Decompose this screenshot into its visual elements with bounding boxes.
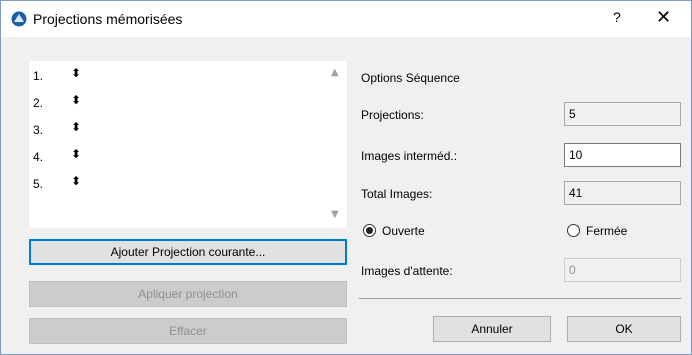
sort-arrows-icon[interactable]: ⬍ xyxy=(71,120,81,134)
close-button[interactable]: ✕ xyxy=(656,7,671,28)
total-images-label: Total Images: xyxy=(361,187,433,201)
list-item[interactable]: 2. ⬍ xyxy=(29,92,329,112)
projections-count-field: 5 xyxy=(564,102,681,126)
projections-list[interactable]: 1. ⬍ 2. ⬍ 3. ⬍ 4. ⬍ 5. ⬍ xyxy=(29,61,347,228)
intermediate-images-input[interactable]: 10 xyxy=(564,143,681,167)
list-item-number: 3. xyxy=(33,123,44,137)
radio-open-indicator[interactable] xyxy=(363,224,376,237)
scroll-down-icon[interactable]: ▼ xyxy=(331,209,339,220)
total-images-field: 41 xyxy=(564,181,681,205)
sort-arrows-icon[interactable]: ⬍ xyxy=(71,174,81,188)
radio-closed-indicator[interactable] xyxy=(567,224,580,237)
list-item[interactable]: 3. ⬍ xyxy=(29,119,329,139)
list-item[interactable]: 4. ⬍ xyxy=(29,146,329,166)
intermediate-images-label: Images interméd.: xyxy=(361,149,458,163)
sort-arrows-icon[interactable]: ⬍ xyxy=(71,147,81,161)
dialog-window: Projections mémorisées ? ✕ 1. ⬍ 2. ⬍ 3. … xyxy=(0,0,692,355)
window-title: Projections mémorisées xyxy=(33,11,183,27)
separator xyxy=(359,298,681,299)
radio-selected-dot xyxy=(366,227,373,234)
title-bar: Projections mémorisées ? ✕ xyxy=(1,1,691,37)
add-current-projection-button[interactable]: Ajouter Projection courante... xyxy=(29,239,347,265)
list-item[interactable]: 1. ⬍ xyxy=(29,65,329,85)
projections-label: Projections: xyxy=(361,108,424,122)
list-item[interactable]: 5. ⬍ xyxy=(29,173,329,193)
ok-button[interactable]: OK xyxy=(567,316,681,342)
list-item-number: 2. xyxy=(33,96,44,110)
app-logo-icon xyxy=(11,11,27,27)
cancel-button[interactable]: Annuler xyxy=(433,316,551,342)
wait-images-label: Images d'attente: xyxy=(361,264,453,278)
radio-open-label[interactable]: Ouverte xyxy=(382,224,425,238)
delete-button[interactable]: Effacer xyxy=(29,318,347,344)
sort-arrows-icon[interactable]: ⬍ xyxy=(71,93,81,107)
wait-images-input[interactable]: 0 xyxy=(564,258,681,282)
sequence-options-heading: Options Séquence xyxy=(361,71,460,85)
apply-projection-button[interactable]: Apliquer projection xyxy=(29,281,347,307)
list-item-number: 4. xyxy=(33,150,44,164)
help-button[interactable]: ? xyxy=(613,9,621,25)
list-item-number: 1. xyxy=(33,69,44,83)
list-item-number: 5. xyxy=(33,177,44,191)
scroll-up-icon[interactable]: ▲ xyxy=(331,67,339,78)
radio-closed-label[interactable]: Fermée xyxy=(586,224,627,238)
sort-arrows-icon[interactable]: ⬍ xyxy=(71,66,81,80)
